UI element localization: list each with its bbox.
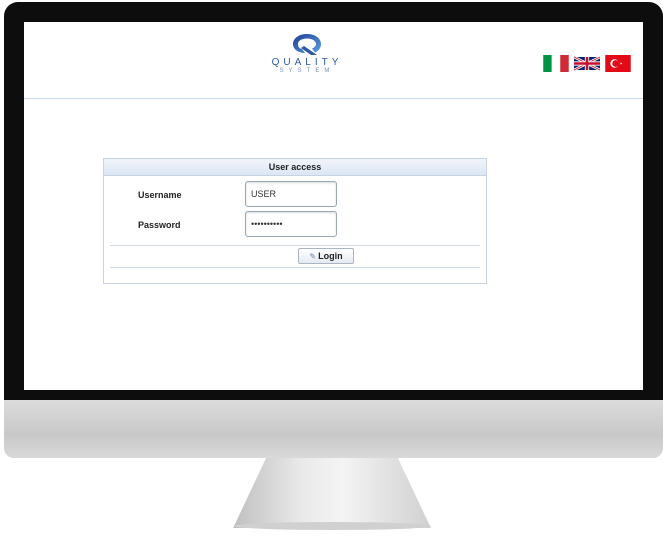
screen: QUALITY SYSTEM User access Username USER… <box>24 22 643 390</box>
username-label: Username <box>138 190 182 200</box>
login-button[interactable]: ✎ Login <box>298 248 354 264</box>
monitor-chin <box>4 400 663 458</box>
login-panel: User access Username Password ✎Login <box>103 158 487 284</box>
username-row: Username <box>104 181 486 207</box>
divider <box>110 267 480 268</box>
turkey-flag-icon[interactable] <box>605 55 631 72</box>
password-input[interactable] <box>245 211 337 237</box>
uk-flag-icon[interactable] <box>574 55 600 72</box>
language-selector <box>543 55 631 72</box>
key-icon: ✎ <box>309 252 317 261</box>
quality-system-logo: QUALITY SYSTEM <box>257 32 357 74</box>
password-row: Password <box>104 211 486 237</box>
stand-shadow <box>235 522 431 530</box>
monitor-mockup: QUALITY SYSTEM User access Username USER… <box>4 2 663 458</box>
logo-subtitle: SYSTEM <box>279 68 335 74</box>
login-label: Login <box>318 251 343 261</box>
password-label: Password <box>138 220 181 230</box>
logo-mark-icon <box>293 34 321 55</box>
panel-title: User access <box>104 159 486 176</box>
monitor-stand <box>233 458 431 528</box>
page-header: QUALITY SYSTEM <box>24 22 643 99</box>
italy-flag-icon[interactable] <box>543 55 569 72</box>
divider <box>110 245 480 246</box>
username-input[interactable] <box>245 181 337 207</box>
logo-wordmark: QUALITY <box>271 57 343 68</box>
monitor-bezel: QUALITY SYSTEM User access Username USER… <box>4 2 663 400</box>
